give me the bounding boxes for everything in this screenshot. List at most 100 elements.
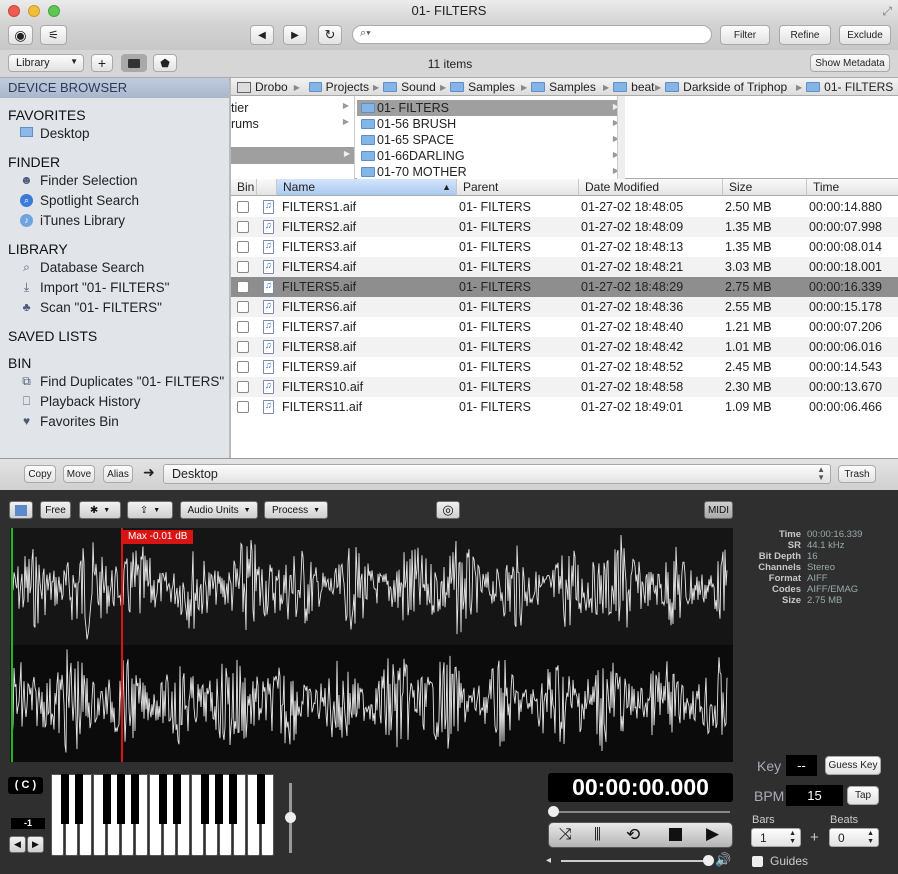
move-button[interactable]: Move [63,465,95,483]
table-row[interactable]: FILTERS4.aif 01- FILTERS 01-27-02 18:48:21… [231,257,898,277]
column-header-bin[interactable]: Bin [231,179,257,196]
sidebar-item-desktop[interactable]: Desktop [20,126,90,141]
alias-button[interactable]: Alias [103,465,133,483]
add-button[interactable]: + [91,54,113,72]
column-header-name[interactable]: Name ▲ [277,179,457,196]
sidebar-item-database-search[interactable]: ⌕ Database Search [20,260,144,275]
finder-button[interactable] [9,501,33,519]
forward-button[interactable]: ▶ [283,25,307,45]
column-scrollbar[interactable] [617,96,625,179]
bpm-value[interactable]: 15 [786,785,843,806]
trash-button[interactable]: Trash [838,465,876,483]
exclude-button[interactable]: Exclude [839,25,891,45]
show-metadata-button[interactable]: Show Metadata [810,54,890,72]
spectrum-button[interactable]: ◎ [436,501,460,519]
table-row[interactable]: FILTERS8.aif 01- FILTERS 01-27-02 18:48:42… [231,337,898,357]
play-icon[interactable]: ▶ [706,824,719,844]
sidebar-item-find-duplicates[interactable]: ⧉ Find Duplicates "01- FILTERS" [20,374,224,389]
sidebar-item-finder-selection[interactable]: ☻ Finder Selection [20,173,137,188]
destination-select[interactable]: Desktop ▲ ▼ [163,464,831,484]
filter-button[interactable]: Filter [720,25,770,45]
piano-black-key[interactable] [117,774,125,824]
bin-checkbox[interactable] [237,261,249,273]
sidebar-item-spotlight-search[interactable]: ⌕ Spotlight Search [20,193,139,208]
table-row[interactable]: FILTERS1.aif 01- FILTERS 01-27-02 18:48:05… [231,197,898,217]
refine-button[interactable]: Refine [779,25,831,45]
audio-units-menu[interactable]: Audio Units ▼ [180,501,258,519]
sidebar-item-favorites-bin[interactable]: ♥ Favorites Bin [20,414,119,429]
bin-checkbox[interactable] [237,401,249,413]
folder-view-button[interactable] [121,54,147,72]
pitch-slider-knob[interactable] [285,812,296,823]
midi-button[interactable]: MIDI [704,501,733,519]
column-item[interactable]: 01-70 MOTHER ▶ [357,164,624,179]
sidebar-item-import[interactable]: ⤓ Import "01- FILTERS" [20,280,170,295]
refresh-button[interactable]: ↻ [318,25,342,45]
sidebar-item-scan[interactable]: ♣ Scan "01- FILTERS" [20,300,162,315]
waveform-view[interactable]: Max -0.01 dB [10,528,733,762]
free-button[interactable]: Free [40,501,71,519]
process-menu[interactable]: Process ▼ [264,501,328,519]
volume-slider-knob[interactable] [703,855,714,866]
table-row[interactable]: FILTERS2.aif 01- FILTERS 01-27-02 18:48:09… [231,217,898,237]
breadcrumb-item[interactable]: ▶ 01- FILTERS [796,80,893,94]
library-select[interactable]: Library ▼ [8,54,84,72]
bin-checkbox[interactable] [237,301,249,313]
sidebar-item-playback-history[interactable]: ⎕ Playback History [20,394,141,409]
column-item[interactable]: tier ▶ [231,101,353,117]
columns-toggle-button[interactable]: ⚟ [40,25,67,45]
table-row[interactable]: FILTERS7.aif 01- FILTERS 01-27-02 18:48:40… [231,317,898,337]
breadcrumb-item[interactable]: Drobo ▶ [237,80,300,94]
octave-down-button[interactable]: ◀ [9,836,26,853]
column-item-selected[interactable]: ▶ [231,147,354,164]
bin-checkbox[interactable] [237,361,249,373]
column-item-selected[interactable]: 01- FILTERS ▶ [357,100,624,116]
table-row[interactable]: FILTERS3.aif 01- FILTERS 01-27-02 18:48:13… [231,237,898,257]
piano-black-key[interactable] [257,774,265,824]
breadcrumb-item[interactable]: ▶ Samples [440,80,518,94]
piano-black-key[interactable] [229,774,237,824]
breadcrumb-item[interactable]: Projects [309,80,369,94]
piano-black-key[interactable] [173,774,181,824]
column-item[interactable]: 01-65 SPACE ▶ [357,132,624,148]
table-row-selected[interactable]: FILTERS5.aif 01- FILTERS 01-27-02 18:48:29… [231,277,898,297]
piano-black-key[interactable] [201,774,209,824]
minimize-button[interactable] [28,5,40,17]
search-field[interactable]: ⌕▾ [352,25,712,44]
volume-slider-track[interactable] [561,860,711,862]
bin-checkbox[interactable] [237,221,249,233]
tag-button[interactable]: ⬟ [153,54,177,72]
column-item[interactable]: 01-66DARLING ▶ [357,148,624,164]
zoom-button[interactable] [48,5,60,17]
piano-black-key[interactable] [61,774,69,824]
fullscreen-icon[interactable]: ⤢ [882,0,892,22]
close-button[interactable] [8,5,20,17]
loop-icon[interactable]: ⟲ [626,825,640,845]
stop-icon[interactable] [669,828,682,841]
position-slider-track[interactable] [553,811,730,813]
position-slider-knob[interactable] [548,806,559,817]
breadcrumb-item[interactable]: ▶ beat [603,80,655,94]
share-menu-button[interactable]: ⇪ ▼ [127,501,173,519]
piano-black-key[interactable] [215,774,223,824]
piano-keyboard[interactable] [51,774,277,856]
eye-button[interactable]: ◉ [8,25,33,45]
settings-menu-button[interactable]: ✱ ▼ [79,501,121,519]
column-header-size[interactable]: Size [723,179,807,196]
piano-black-key[interactable] [103,774,111,824]
bin-checkbox[interactable] [237,201,249,213]
table-row[interactable]: FILTERS10.aif 01- FILTERS 01-27-02 18:48:5… [231,377,898,397]
tap-button[interactable]: Tap [847,786,879,805]
breadcrumb-item[interactable]: ▶ Sound [373,80,436,94]
sidebar-item-itunes-library[interactable]: ♪ iTunes Library [20,213,125,228]
breadcrumb-item[interactable]: ▶ Samples [521,80,601,94]
column-header-date[interactable]: Date Modified [579,179,723,196]
column-header-parent[interactable]: Parent [457,179,579,196]
piano-black-key[interactable] [75,774,83,824]
column-header-time[interactable]: Time [807,179,898,196]
bin-checkbox[interactable] [237,281,249,293]
beats-stepper[interactable]: 0 ▲ ▼ [829,828,879,847]
shuffle-icon[interactable]: ⤨ [559,826,572,844]
breadcrumb-item[interactable]: ▶ Darkside of Triphop [655,80,787,94]
piano-black-key[interactable] [131,774,139,824]
